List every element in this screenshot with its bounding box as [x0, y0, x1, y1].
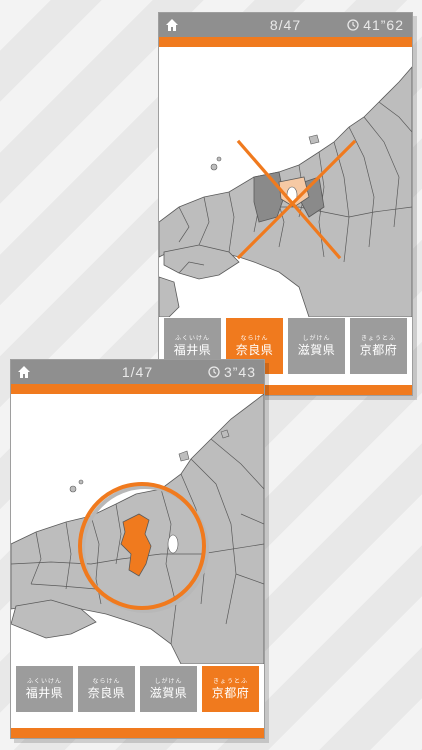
answer-reading: きょうとふ — [212, 678, 248, 685]
answer-label: 滋賀県 — [297, 342, 336, 357]
answer-reading: ならけん — [92, 678, 121, 685]
island — [78, 479, 84, 485]
clock-icon — [208, 366, 220, 378]
kyushu — [159, 276, 180, 318]
island — [210, 163, 218, 171]
answer-button-kyoto[interactable]: きょうとふ 京都府 — [202, 666, 259, 712]
map-area — [11, 393, 264, 665]
answer-label: 京都府 — [359, 342, 398, 357]
island — [308, 134, 320, 145]
clock-icon — [347, 19, 359, 31]
timer-value: 41”62 — [363, 17, 404, 33]
answer-reading: きょうとふ — [360, 335, 396, 342]
accent-bar — [159, 37, 412, 47]
quiz-card-front: 1/47 3”43 ふくいけん 福井県 ならけん 奈良県 しがけん 滋賀県 きょ… — [10, 359, 265, 739]
answer-button-shiga[interactable]: しがけん 滋賀県 — [140, 666, 197, 712]
answer-label: 福井県 — [173, 342, 212, 357]
answer-label: 滋賀県 — [149, 685, 188, 700]
quiz-card-back: 8/47 41”62 ふくいけん 福井県 ならけん 奈良県 しがけん 滋賀県 き… — [158, 12, 413, 396]
japan-map — [159, 66, 412, 318]
answer-reading: しがけん — [302, 335, 331, 342]
island — [178, 450, 190, 462]
answer-label: 福井県 — [25, 685, 64, 700]
answer-label: 奈良県 — [235, 342, 274, 357]
lake — [167, 534, 179, 554]
answer-button-nara[interactable]: ならけん 奈良県 — [78, 666, 135, 712]
island — [216, 156, 222, 162]
answer-reading: ふくいけん — [174, 335, 210, 342]
answer-reading: しがけん — [154, 678, 183, 685]
island — [69, 485, 77, 493]
accent-bar — [11, 384, 264, 394]
answer-button-fukui[interactable]: ふくいけん 福井県 — [16, 666, 73, 712]
answer-buttons: ふくいけん 福井県 ならけん 奈良県 しがけん 滋賀県 きょうとふ 京都府 — [16, 666, 259, 712]
answer-button-kyoto[interactable]: きょうとふ 京都府 — [350, 318, 407, 374]
answer-label: 京都府 — [211, 685, 250, 700]
answer-reading: ふくいけん — [26, 678, 62, 685]
timer-value: 3”43 — [223, 364, 256, 380]
accent-bar-bottom — [11, 728, 264, 738]
map-area — [159, 47, 412, 318]
top-bar: 1/47 3”43 — [11, 360, 264, 384]
top-bar: 8/47 41”62 — [159, 13, 412, 37]
answer-reading: ならけん — [240, 335, 269, 342]
answer-button-shiga[interactable]: しがけん 滋賀県 — [288, 318, 345, 374]
timer: 41”62 — [347, 17, 404, 33]
timer: 3”43 — [208, 364, 256, 380]
answer-label: 奈良県 — [87, 685, 126, 700]
japan-map — [11, 393, 264, 665]
